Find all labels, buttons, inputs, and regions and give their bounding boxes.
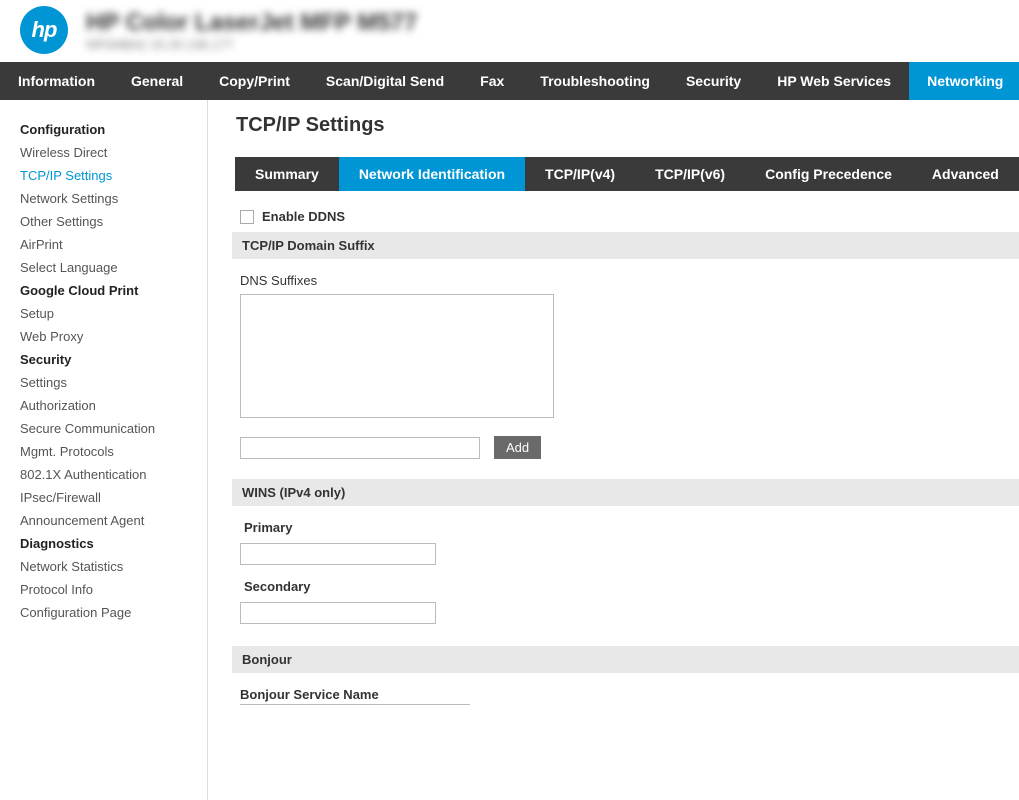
sub-tab[interactable]: Summary <box>235 157 339 191</box>
enable-ddns-row: Enable DDNS <box>236 201 1019 232</box>
bonjour-divider <box>240 704 470 705</box>
hp-logo-text: hp <box>32 17 57 43</box>
wins-secondary-input[interactable] <box>240 602 436 624</box>
sidebar-item[interactable]: Wireless Direct <box>20 141 197 164</box>
sidebar-item[interactable]: Network Statistics <box>20 555 197 578</box>
main-nav-item[interactable]: Security <box>668 62 759 100</box>
sidebar-item[interactable]: AirPrint <box>20 233 197 256</box>
sidebar-item[interactable]: TCP/IP Settings <box>20 164 197 187</box>
main-nav-item[interactable]: Information <box>0 62 113 100</box>
main-nav-item[interactable]: Fax <box>462 62 522 100</box>
sidebar-item[interactable]: 802.1X Authentication <box>20 463 197 486</box>
sidebar-item[interactable]: Configuration Page <box>20 601 197 624</box>
main-nav-item[interactable]: Troubleshooting <box>522 62 668 100</box>
domain-suffix-header: TCP/IP Domain Suffix <box>232 232 1019 259</box>
bonjour-header: Bonjour <box>232 646 1019 673</box>
sidebar-item[interactable]: Select Language <box>20 256 197 279</box>
main-nav-item[interactable]: Networking <box>909 62 1019 100</box>
sidebar-item[interactable]: Setup <box>20 302 197 325</box>
main-nav-item[interactable]: Scan/Digital Send <box>308 62 462 100</box>
header: hp HP Color LaserJet MFP M577 NPI34BA2 1… <box>0 0 1019 62</box>
sidebar-heading: Diagnostics <box>20 532 197 555</box>
sidebar-item[interactable]: Other Settings <box>20 210 197 233</box>
main-nav-item[interactable]: HP Web Services <box>759 62 909 100</box>
content: TCP/IP Settings SummaryNetwork Identific… <box>208 100 1019 800</box>
enable-ddns-checkbox[interactable] <box>240 210 254 224</box>
sidebar-item[interactable]: IPsec/Firewall <box>20 486 197 509</box>
sub-tabs: SummaryNetwork IdentificationTCP/IP(v4)T… <box>235 157 1019 191</box>
wins-header: WINS (IPv4 only) <box>232 479 1019 506</box>
sidebar-item[interactable]: Announcement Agent <box>20 509 197 532</box>
add-button[interactable]: Add <box>494 436 541 459</box>
header-titles: HP Color LaserJet MFP M577 NPI34BA2 15.2… <box>86 9 417 52</box>
main-nav-item[interactable]: General <box>113 62 201 100</box>
dns-suffix-input[interactable] <box>240 437 480 459</box>
wins-primary-label: Primary <box>244 520 1019 535</box>
sidebar-item[interactable]: Authorization <box>20 394 197 417</box>
main-nav: InformationGeneralCopy/PrintScan/Digital… <box>0 62 1019 100</box>
dns-suffixes-label: DNS Suffixes <box>240 273 1019 288</box>
dns-suffixes-listbox[interactable] <box>240 294 554 418</box>
sidebar: ConfigurationWireless DirectTCP/IP Setti… <box>0 100 208 800</box>
sidebar-item[interactable]: Protocol Info <box>20 578 197 601</box>
sidebar-heading: Security <box>20 348 197 371</box>
sidebar-item[interactable]: Web Proxy <box>20 325 197 348</box>
sub-tab[interactable]: TCP/IP(v6) <box>635 157 745 191</box>
sub-tab[interactable]: Network Identification <box>339 157 525 191</box>
sidebar-heading: Configuration <box>20 118 197 141</box>
sidebar-heading: Google Cloud Print <box>20 279 197 302</box>
hp-logo-icon: hp <box>20 6 68 54</box>
bonjour-service-name-label: Bonjour Service Name <box>240 687 1019 702</box>
sub-tab[interactable]: Advanced <box>912 157 1019 191</box>
wins-secondary-label: Secondary <box>244 579 1019 594</box>
sidebar-item[interactable]: Secure Communication <box>20 417 197 440</box>
sidebar-item[interactable]: Mgmt. Protocols <box>20 440 197 463</box>
sub-tab[interactable]: TCP/IP(v4) <box>525 157 635 191</box>
main-nav-item[interactable]: Copy/Print <box>201 62 308 100</box>
sidebar-item[interactable]: Settings <box>20 371 197 394</box>
device-subtitle: NPI34BA2 15.25.136.177 <box>86 37 417 52</box>
enable-ddns-label: Enable DDNS <box>262 209 345 224</box>
sub-tab[interactable]: Config Precedence <box>745 157 912 191</box>
device-title: HP Color LaserJet MFP M577 <box>86 9 417 37</box>
wins-primary-input[interactable] <box>240 543 436 565</box>
sidebar-item[interactable]: Network Settings <box>20 187 197 210</box>
page-title: TCP/IP Settings <box>236 114 1019 137</box>
